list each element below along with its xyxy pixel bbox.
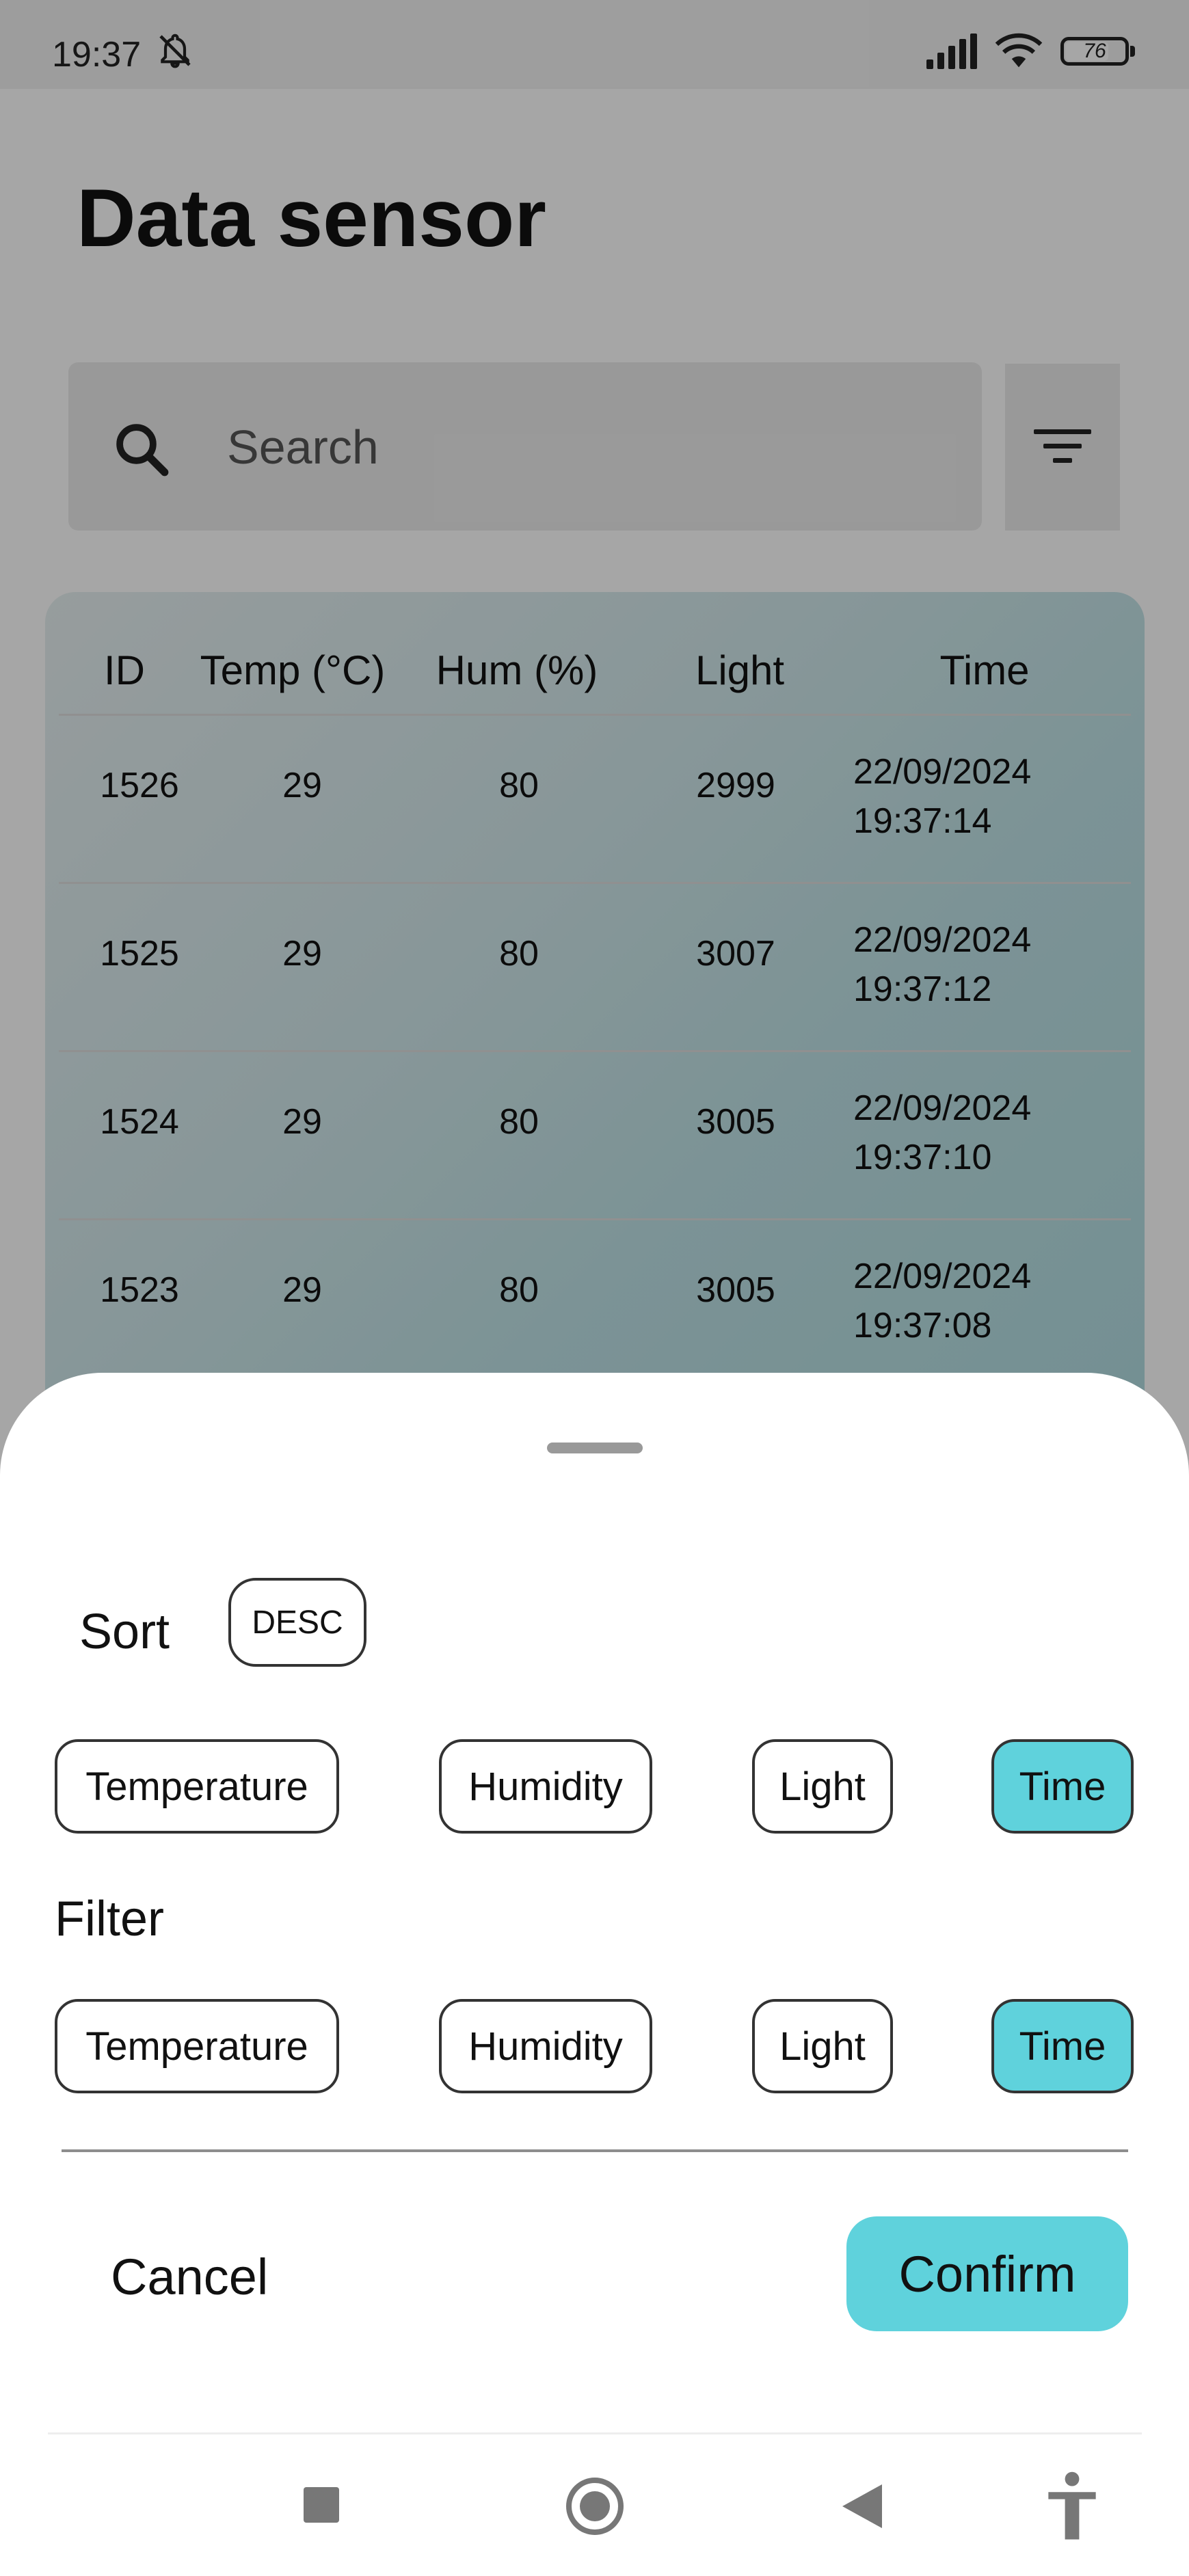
confirm-button[interactable]: Confirm (846, 2216, 1128, 2331)
sort-order-toggle[interactable]: DESC (228, 1578, 366, 1667)
back-icon[interactable] (842, 2484, 882, 2528)
accessibility-icon[interactable] (1043, 2471, 1101, 2542)
filter-chip-humidity[interactable]: Humidity (439, 1999, 652, 2093)
cancel-button[interactable]: Cancel (111, 2248, 268, 2306)
filter-chip-temperature[interactable]: Temperature (55, 1999, 339, 2093)
nav-divider (48, 2432, 1142, 2434)
sort-chip-humidity[interactable]: Humidity (439, 1739, 652, 1834)
recent-apps-icon[interactable] (304, 2487, 339, 2523)
drag-handle[interactable] (547, 1443, 643, 1453)
divider (62, 2149, 1128, 2152)
sort-label: Sort (79, 1605, 170, 1659)
sort-chip-time[interactable]: Time (991, 1739, 1134, 1834)
filter-label: Filter (55, 1892, 164, 1946)
sort-filter-sheet: Sort DESC Temperature Humidity Light Tim… (0, 1373, 1189, 2576)
sort-chip-light[interactable]: Light (752, 1739, 893, 1834)
filter-chip-time[interactable]: Time (991, 1999, 1134, 2093)
filter-chip-light[interactable]: Light (752, 1999, 893, 2093)
home-icon[interactable] (566, 2478, 624, 2535)
sort-chip-temperature[interactable]: Temperature (55, 1739, 339, 1834)
